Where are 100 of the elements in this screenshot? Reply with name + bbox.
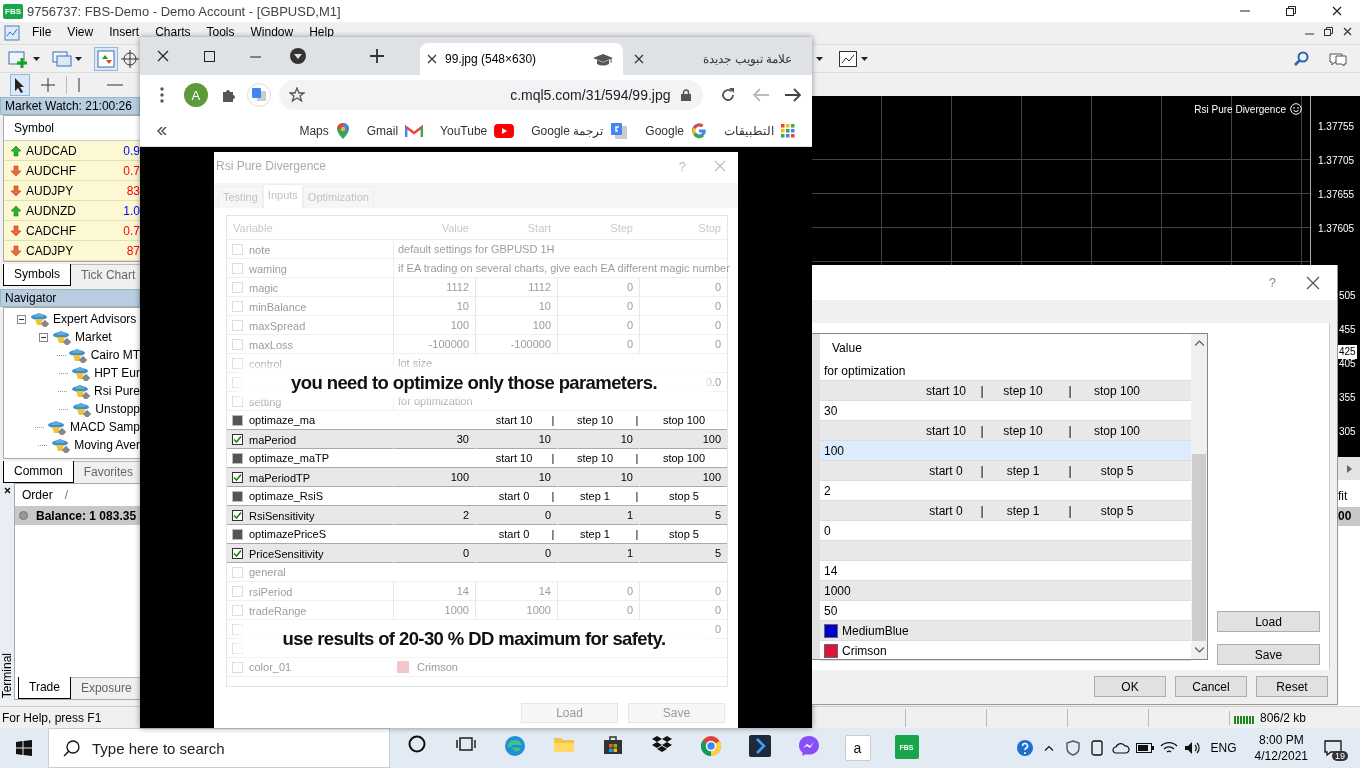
chat-bubble-icon[interactable] bbox=[797, 735, 820, 757]
menu-item[interactable]: Insert bbox=[101, 25, 148, 39]
checkbox[interactable] bbox=[232, 414, 243, 426]
list-item[interactable]: 2 bbox=[824, 483, 1192, 498]
scroll-right-icon[interactable] bbox=[1346, 464, 1352, 473]
menu-item[interactable]: Tools bbox=[198, 25, 243, 39]
search-icon[interactable] bbox=[1294, 50, 1310, 67]
list-item[interactable]: | bbox=[1053, 423, 1087, 438]
translate-icon[interactable] bbox=[247, 83, 272, 107]
list-item[interactable]: step 1 bbox=[993, 503, 1053, 518]
mail-icon[interactable] bbox=[405, 123, 424, 138]
tree-item[interactable]: Moving Aver bbox=[74, 438, 140, 452]
bookmark-link[interactable]: Gmail bbox=[366, 123, 399, 138]
grid-icon[interactable] bbox=[781, 123, 795, 138]
reload-icon[interactable] bbox=[720, 87, 737, 103]
close-icon[interactable] bbox=[634, 54, 644, 64]
vertical-line-icon[interactable] bbox=[77, 76, 81, 93]
wave-icon[interactable] bbox=[503, 735, 526, 757]
list-item[interactable]: step 10 bbox=[993, 423, 1053, 438]
new-tab-icon[interactable] bbox=[370, 49, 384, 63]
list-item[interactable]: stop 5 bbox=[1087, 463, 1147, 478]
list-item[interactable]: for optimization bbox=[824, 363, 1192, 378]
collapse-icon[interactable] bbox=[16, 314, 26, 324]
column-header[interactable]: fit bbox=[1338, 485, 1360, 507]
chat-icon[interactable] bbox=[1328, 50, 1348, 67]
task-view-icon[interactable] bbox=[455, 735, 476, 753]
tree-item[interactable]: Expert Advisors bbox=[53, 312, 137, 326]
cloud-icon[interactable] bbox=[1111, 742, 1130, 754]
list-item[interactable]: start 10 bbox=[921, 383, 971, 398]
list-item[interactable]: stop 100 bbox=[1087, 423, 1147, 438]
list-item[interactable]: | bbox=[1053, 383, 1087, 398]
tree-item[interactable]: Cairo MT bbox=[90, 348, 140, 362]
search-field[interactable]: Type here to search bbox=[48, 728, 390, 768]
app-menu-icon[interactable] bbox=[4, 25, 20, 41]
chevrons-icon[interactable] bbox=[156, 126, 167, 135]
list-item[interactable]: 0 bbox=[824, 523, 1192, 538]
list-item[interactable]: stop 100 bbox=[1087, 383, 1147, 398]
list-item[interactable]: | bbox=[971, 463, 993, 478]
help-button[interactable]: ? bbox=[1268, 275, 1276, 290]
list-item[interactable]: start 10 bbox=[921, 423, 971, 438]
tree-item[interactable]: HPT Eur bbox=[94, 366, 140, 380]
forward-icon[interactable] bbox=[785, 88, 802, 102]
tab[interactable]: Symbols bbox=[3, 264, 71, 286]
dialog-button[interactable]: Cancel bbox=[1175, 676, 1247, 697]
puzzle-icon[interactable] bbox=[220, 87, 237, 103]
list-item[interactable]: 30 bbox=[824, 403, 1192, 418]
menu-item[interactable]: View bbox=[59, 25, 102, 39]
chart-icon[interactable] bbox=[839, 50, 857, 67]
menu-item[interactable]: Help bbox=[301, 25, 342, 39]
ring-icon[interactable] bbox=[699, 735, 722, 757]
restore-icon[interactable] bbox=[1324, 27, 1333, 36]
checkbox[interactable] bbox=[232, 490, 243, 502]
scrollbar[interactable] bbox=[1191, 334, 1207, 659]
checkbox[interactable] bbox=[232, 548, 243, 559]
collapse-icon[interactable] bbox=[38, 332, 48, 342]
caret-icon[interactable] bbox=[861, 56, 868, 61]
colored-ring-icon[interactable] bbox=[691, 122, 707, 139]
phone-icon[interactable] bbox=[1090, 740, 1103, 756]
checkbox[interactable] bbox=[232, 528, 243, 540]
bookmark-link[interactable]: Google bbox=[645, 123, 684, 138]
clock[interactable]: 8:00 PM 4/12/2021 bbox=[1254, 732, 1308, 764]
list-item[interactable]: step 1 bbox=[993, 463, 1053, 478]
list-item[interactable]: | bbox=[971, 383, 993, 398]
browser-tab[interactable]: علامة تبويب جديدة bbox=[623, 43, 812, 75]
column-header[interactable]: Value bbox=[832, 340, 862, 355]
tree-item[interactable]: Unstopp bbox=[95, 402, 140, 416]
list-item[interactable]: MediumBlue bbox=[842, 623, 909, 638]
bookmark-link[interactable]: Google ترجمة bbox=[531, 123, 604, 138]
dialog-button[interactable]: Save bbox=[1217, 644, 1320, 665]
bolt-icon[interactable] bbox=[748, 735, 771, 757]
close-icon[interactable] bbox=[3, 487, 11, 494]
speaker-icon[interactable] bbox=[1183, 741, 1202, 755]
close-icon[interactable] bbox=[1332, 6, 1342, 16]
windows-logo-icon[interactable] bbox=[16, 740, 32, 756]
tab-search-icon[interactable] bbox=[289, 47, 307, 65]
tree-item[interactable]: Market bbox=[75, 330, 112, 344]
menu-item[interactable]: Window bbox=[242, 25, 302, 39]
list-item[interactable]: | bbox=[1053, 463, 1087, 478]
shopping-bag-icon[interactable] bbox=[602, 735, 623, 755]
caret-icon[interactable] bbox=[33, 56, 40, 61]
caret-up-icon[interactable] bbox=[1043, 745, 1054, 751]
tree-item[interactable]: MACD Samp bbox=[70, 420, 140, 434]
checkbox[interactable] bbox=[232, 510, 243, 521]
crosshair-icon[interactable] bbox=[40, 76, 56, 93]
close-icon[interactable] bbox=[1343, 27, 1352, 36]
horizontal-line-icon[interactable] bbox=[107, 82, 123, 87]
arrows-icon[interactable] bbox=[97, 49, 115, 68]
menu-icon[interactable] bbox=[159, 87, 164, 103]
restore-icon[interactable] bbox=[1286, 6, 1296, 16]
bookmark-link[interactable]: Maps bbox=[299, 123, 329, 138]
list-item[interactable]: 50 bbox=[824, 603, 1192, 618]
translate-icon[interactable] bbox=[610, 121, 629, 140]
tree-item[interactable]: Rsi Pure bbox=[94, 384, 140, 398]
list-item[interactable]: start 0 bbox=[921, 463, 971, 478]
list-item[interactable]: start 0 bbox=[921, 503, 971, 518]
column-header[interactable]: Order bbox=[22, 488, 53, 502]
shield-icon[interactable] bbox=[1065, 740, 1080, 756]
list-item[interactable]: 14 bbox=[824, 563, 1192, 578]
wifi-icon[interactable] bbox=[1159, 741, 1178, 755]
question-icon[interactable] bbox=[1015, 739, 1034, 757]
